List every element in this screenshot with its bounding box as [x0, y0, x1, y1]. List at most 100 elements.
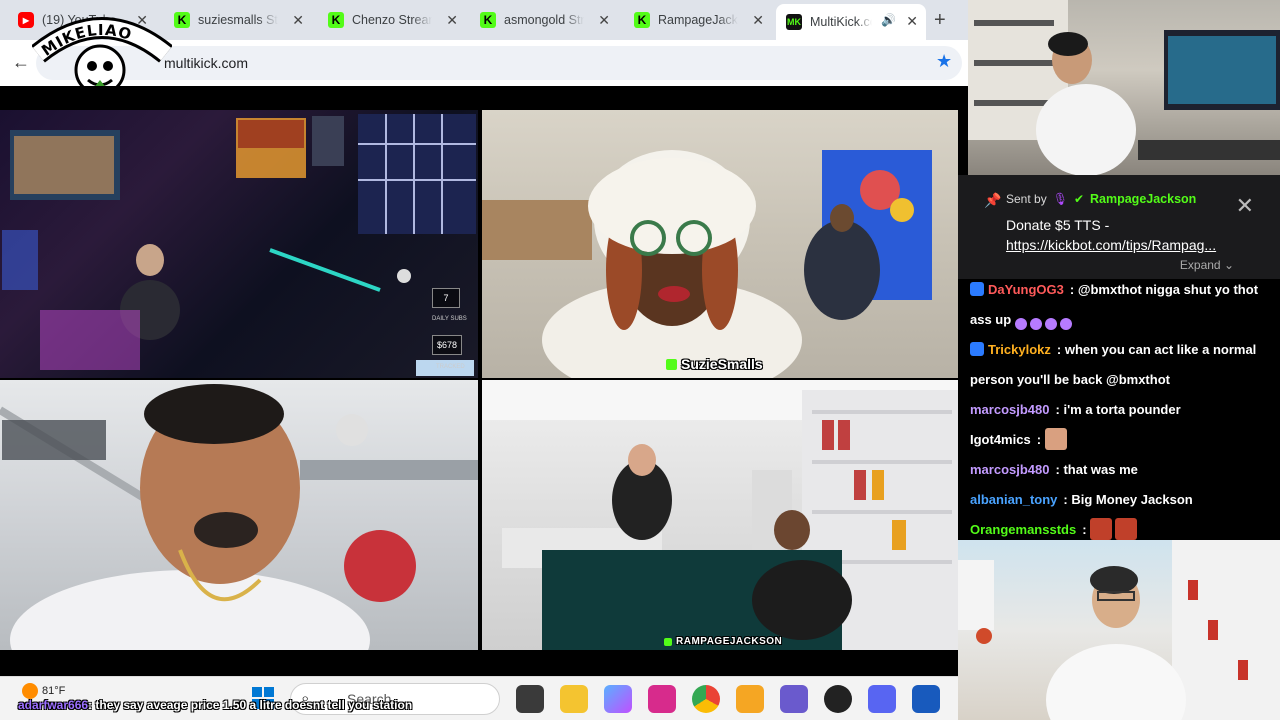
pinned-link[interactable]: https://kickbot.com/tips/Rampag...	[1006, 235, 1216, 255]
new-tab-button[interactable]: +	[934, 9, 946, 32]
daily-subs-counter: 7	[432, 288, 460, 308]
stream-video	[2, 114, 476, 376]
multistream-stage: 7 DAILY SUBS $678 TRACKED SuzieSmalls RA…	[0, 86, 958, 676]
facecam-top	[968, 0, 1280, 175]
tab-title: Chenzo Stream	[352, 13, 432, 27]
task-view-icon[interactable]	[516, 685, 544, 713]
emote-icon	[1059, 318, 1072, 330]
chat-username[interactable]: Igot4mics	[970, 432, 1031, 447]
stream-tile-asmongold[interactable]	[0, 380, 478, 650]
emote-icon	[1029, 318, 1042, 330]
app-icon[interactable]	[780, 685, 808, 713]
chat-username[interactable]: DaYungOG3	[988, 282, 1064, 297]
multikick-icon: MK	[786, 14, 802, 30]
kick-icon: K	[480, 12, 496, 28]
close-icon[interactable]: ✕	[598, 12, 610, 29]
stream-tile-rampagejackson[interactable]: RAMPAGEJACKSON	[482, 380, 958, 650]
tab-title: asmongold Stream	[504, 13, 584, 27]
tab-multikick[interactable]: MK MultiKick.com 🔊 ✕	[776, 4, 926, 40]
tts-ticker: adarfwar666: they say aveage price 1.50 …	[18, 698, 412, 712]
chat-message: marcosjb480: i'm a torta pounder	[970, 402, 1181, 417]
chat-username[interactable]: Trickylokz	[988, 342, 1051, 357]
money-tracker-label: TRACKED	[436, 364, 465, 370]
pinned-text: Donate $5 TTS - https://kickbot.com/tips…	[1006, 215, 1216, 255]
face-emote-icon	[1044, 428, 1067, 450]
discord-icon[interactable]	[868, 685, 896, 713]
kick-icon: K	[328, 12, 344, 28]
file-explorer-icon[interactable]	[560, 685, 588, 713]
ticker-text: : they say aveage price 1.50 a litre doe…	[88, 698, 413, 712]
chat-username[interactable]: Orangemansstds	[970, 522, 1076, 537]
sent-by-label: Sent by	[1006, 192, 1047, 206]
pinned-header: Sent by 🎙 ✔ RampageJackson	[1006, 192, 1196, 206]
streamer-name: SuzieSmalls	[681, 356, 763, 372]
close-icon[interactable]: ✕	[906, 13, 918, 30]
chat-message: Trickylokz: when you can act like a norm…	[970, 342, 1257, 387]
tab-title: RampageJackson	[658, 13, 738, 27]
bookmark-star-icon[interactable]: ★	[936, 51, 952, 72]
kick-icon	[666, 358, 677, 370]
stream-tile-chenzo[interactable]: 7 DAILY SUBS $678 TRACKED	[0, 110, 478, 378]
emote-icon	[1014, 318, 1027, 330]
pinned-line: Donate $5 TTS -	[1006, 217, 1110, 233]
taskbar-apps	[516, 685, 940, 713]
daily-subs-label: DAILY SUBS	[432, 316, 467, 322]
chat-message: marcosjb480: that was me	[970, 462, 1138, 477]
chat-message: Igot4mics:	[970, 425, 1274, 455]
ticker-user: adarfwar666	[18, 698, 89, 712]
kick-icon: K	[174, 12, 190, 28]
tab-asmongold[interactable]: K asmongold Stream ✕	[470, 6, 618, 34]
pin-icon: 📌	[984, 192, 1002, 208]
stream-video	[0, 384, 478, 650]
tab-title: suziesmalls Stream	[198, 13, 278, 27]
facecam-bottom	[958, 540, 1280, 720]
verified-badge-icon: ✔	[1073, 192, 1084, 206]
close-icon[interactable]: ✕	[1236, 193, 1254, 219]
obs-icon[interactable]	[824, 685, 852, 713]
close-icon[interactable]: ✕	[292, 12, 304, 29]
expand-button[interactable]: Expand ⌄	[1180, 258, 1234, 272]
chat-text: Big Money Jackson	[1071, 492, 1193, 507]
money-tracker: $678	[432, 335, 462, 355]
streamer-name-tag: RAMPAGEJACKSON	[664, 636, 782, 647]
back-arrow-icon[interactable]: ←	[12, 52, 30, 73]
close-icon[interactable]: ✕	[752, 12, 764, 29]
tab-suziesmalls[interactable]: K suziesmalls Stream ✕	[164, 6, 312, 34]
mic-badge-icon: 🎙	[1052, 192, 1068, 206]
tab-title: MultiKick.com	[810, 15, 872, 29]
chrome-icon[interactable]	[692, 685, 720, 713]
chat-username[interactable]: marcosjb480	[970, 462, 1050, 477]
chat-username[interactable]: albanian_tony	[970, 492, 1057, 507]
face-emote-icon	[1115, 518, 1138, 540]
chat-messages: DaYungOG3: @bmxthot nigga shut yo thot a…	[970, 275, 1274, 545]
stream-tile-suziesmalls[interactable]: SuzieSmalls	[482, 110, 958, 378]
face-emote-icon	[1090, 518, 1113, 540]
copilot-icon[interactable]	[604, 685, 632, 713]
chat-message: albanian_tony: Big Money Jackson	[970, 492, 1193, 507]
chat-panel: 📌 Sent by 🎙 ✔ RampageJackson Donate $5 T…	[958, 175, 1280, 540]
kick-icon	[664, 637, 672, 646]
streamer-name-tag: SuzieSmalls	[666, 356, 763, 372]
facecam-video	[958, 540, 1280, 720]
settings-sun-icon[interactable]	[736, 685, 764, 713]
close-icon[interactable]: ✕	[446, 12, 458, 29]
badge-icon	[970, 282, 984, 296]
url-field[interactable]: multikick.com	[36, 46, 962, 80]
word-icon[interactable]	[912, 685, 940, 713]
speaker-icon[interactable]: 🔊	[881, 13, 896, 27]
tab-rampagejackson[interactable]: K RampageJackson ✕	[624, 6, 772, 34]
facecam-video	[968, 0, 1280, 175]
picsart-icon[interactable]	[648, 685, 676, 713]
weather-widget[interactable]: 81°F	[22, 683, 65, 699]
chat-text: i'm a torta pounder	[1063, 402, 1181, 417]
chat-username[interactable]: marcosjb480	[970, 402, 1050, 417]
weather-sun-icon	[22, 683, 38, 699]
badge-icon	[970, 342, 984, 356]
emote-icon	[1044, 318, 1057, 330]
kick-icon: K	[634, 12, 650, 28]
pinned-sender[interactable]: RampageJackson	[1090, 192, 1196, 206]
expand-label: Expand	[1179, 258, 1221, 272]
tab-chenzo[interactable]: K Chenzo Stream ✕	[318, 6, 466, 34]
streamer-name: RAMPAGEJACKSON	[676, 636, 783, 647]
stream-video	[482, 150, 932, 378]
